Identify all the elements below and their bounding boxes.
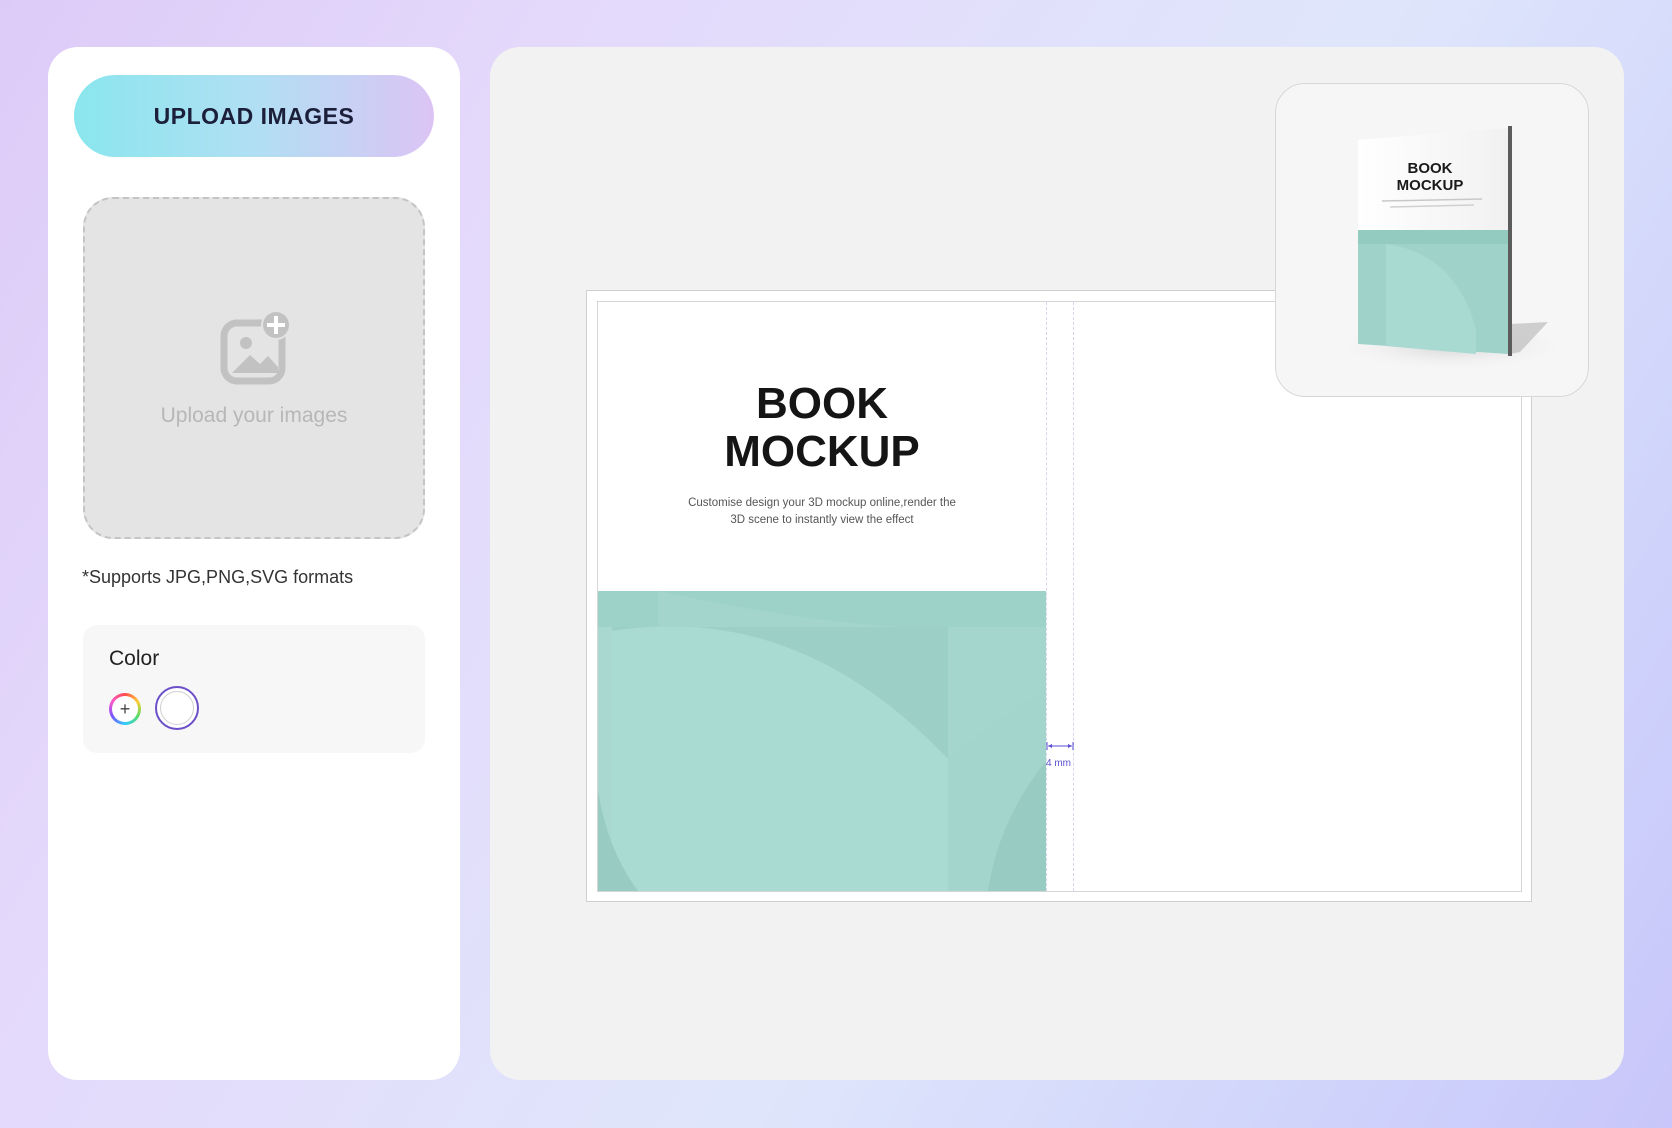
front-cover[interactable]: BOOK MOCKUP Customise design your 3D moc… <box>598 302 1046 891</box>
image-dropzone[interactable]: Upload your images <box>83 197 425 539</box>
color-swatch-white[interactable] <box>155 686 199 730</box>
preview-cover-title: BOOK MOCKUP <box>1396 160 1464 194</box>
book-preview-render <box>1331 126 1571 372</box>
add-color-button[interactable]: + <box>109 693 141 725</box>
3d-preview[interactable]: BOOK MOCKUP <box>1275 83 1589 397</box>
plus-icon: + <box>112 696 138 722</box>
upload-images-button[interactable]: UPLOAD IMAGES <box>74 75 434 157</box>
color-section: Color + <box>83 625 425 753</box>
editor-canvas: BOOK MOCKUP Customise design your 3D moc… <box>490 47 1624 1080</box>
cover-title: BOOK MOCKUP <box>724 379 920 476</box>
sidebar-panel: UPLOAD IMAGES Upload your images *Suppor… <box>48 47 460 1080</box>
cover-pattern <box>598 591 1046 891</box>
supported-formats-note: *Supports JPG,PNG,SVG formats <box>82 567 354 587</box>
cover-subtitle: Customise design your 3D mockup online,r… <box>688 497 956 526</box>
spine-left-guide <box>1046 302 1047 891</box>
add-image-icon <box>220 310 291 385</box>
spine-right-guide <box>1073 302 1074 891</box>
spine-width-label: 4 mm <box>1046 758 1071 769</box>
color-section-title: Color <box>109 647 160 670</box>
dropzone-label: Upload your images <box>160 404 348 427</box>
